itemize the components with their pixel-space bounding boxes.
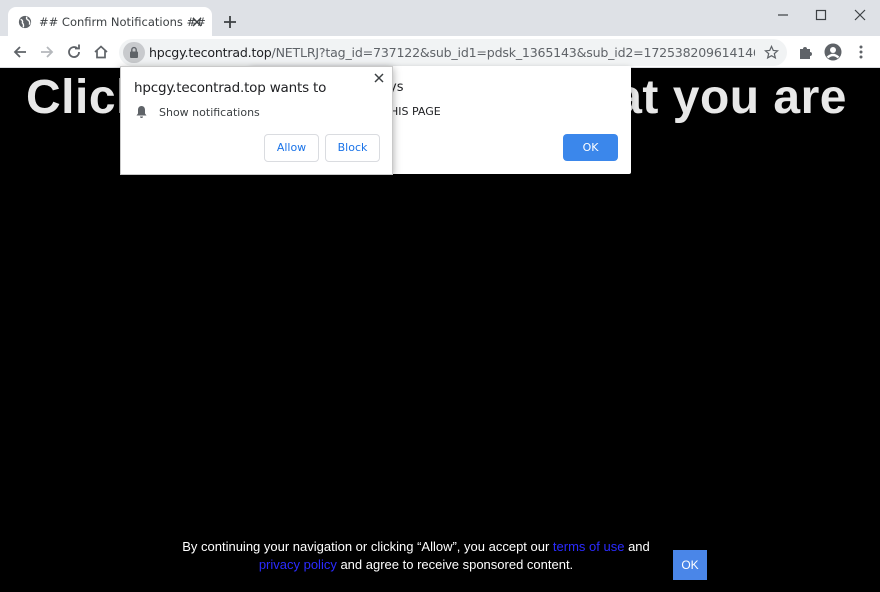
block-button[interactable]: Block [325, 134, 380, 162]
bookmark-star-icon[interactable] [764, 45, 779, 60]
close-tab-icon[interactable] [190, 15, 204, 29]
url-text[interactable]: hpcgy.tecontrad.top/NETLRJ?tag_id=737122… [149, 45, 755, 60]
extensions-puzzle-icon[interactable] [797, 43, 815, 61]
lock-icon [130, 46, 138, 58]
back-icon[interactable] [11, 43, 29, 61]
site-info-button[interactable] [123, 42, 145, 63]
home-icon[interactable] [92, 43, 110, 61]
allow-button[interactable]: Allow [264, 134, 319, 162]
consent-text: By continuing your navigation or clickin… [168, 538, 664, 574]
consent-text-before: By continuing your navigation or clickin… [182, 539, 553, 554]
privacy-policy-link[interactable]: privacy policy [259, 557, 337, 572]
headline-right: at you are [615, 71, 847, 124]
consent-text-after: and agree to receive sponsored content. [336, 557, 574, 572]
consent-ok-button[interactable]: OK [673, 550, 707, 580]
tab-title: ## Confirm Notifications ## [39, 15, 206, 29]
dialog-ok-button[interactable]: OK [563, 134, 618, 161]
address-bar[interactable]: hpcgy.tecontrad.top/NETLRJ?tag_id=737122… [119, 39, 787, 66]
bell-icon [136, 106, 147, 118]
new-tab-icon[interactable] [222, 14, 238, 30]
profile-avatar-icon[interactable] [824, 43, 842, 61]
more-menu-icon[interactable] [852, 43, 870, 61]
maximize-icon[interactable] [809, 6, 833, 24]
consent-and: and [624, 539, 650, 554]
close-window-icon[interactable] [848, 6, 872, 24]
notification-permission-popup: hpcgy.tecontrad.top wants to Show notifi… [120, 66, 393, 175]
url-path: /NETLRJ?tag_id=737122&sub_id1=pdsk_13651… [271, 45, 755, 60]
close-popup-icon[interactable] [373, 72, 385, 84]
url-host: hpcgy.tecontrad.top [149, 45, 272, 60]
browser-toolbar: hpcgy.tecontrad.top/NETLRJ?tag_id=737122… [0, 36, 880, 68]
browser-tab[interactable]: ## Confirm Notifications ## [8, 7, 212, 36]
tab-strip: ## Confirm Notifications ## [0, 0, 880, 36]
globe-icon [18, 15, 32, 29]
dialog-body-fragment: HIS PAGE [390, 105, 441, 118]
permission-label: Show notifications [159, 106, 260, 119]
minimize-icon[interactable] [771, 6, 795, 24]
forward-icon[interactable] [38, 43, 56, 61]
terms-of-use-link[interactable]: terms of use [553, 539, 625, 554]
reload-icon[interactable] [65, 43, 83, 61]
permission-title: hpcgy.tecontrad.top wants to [134, 80, 327, 96]
